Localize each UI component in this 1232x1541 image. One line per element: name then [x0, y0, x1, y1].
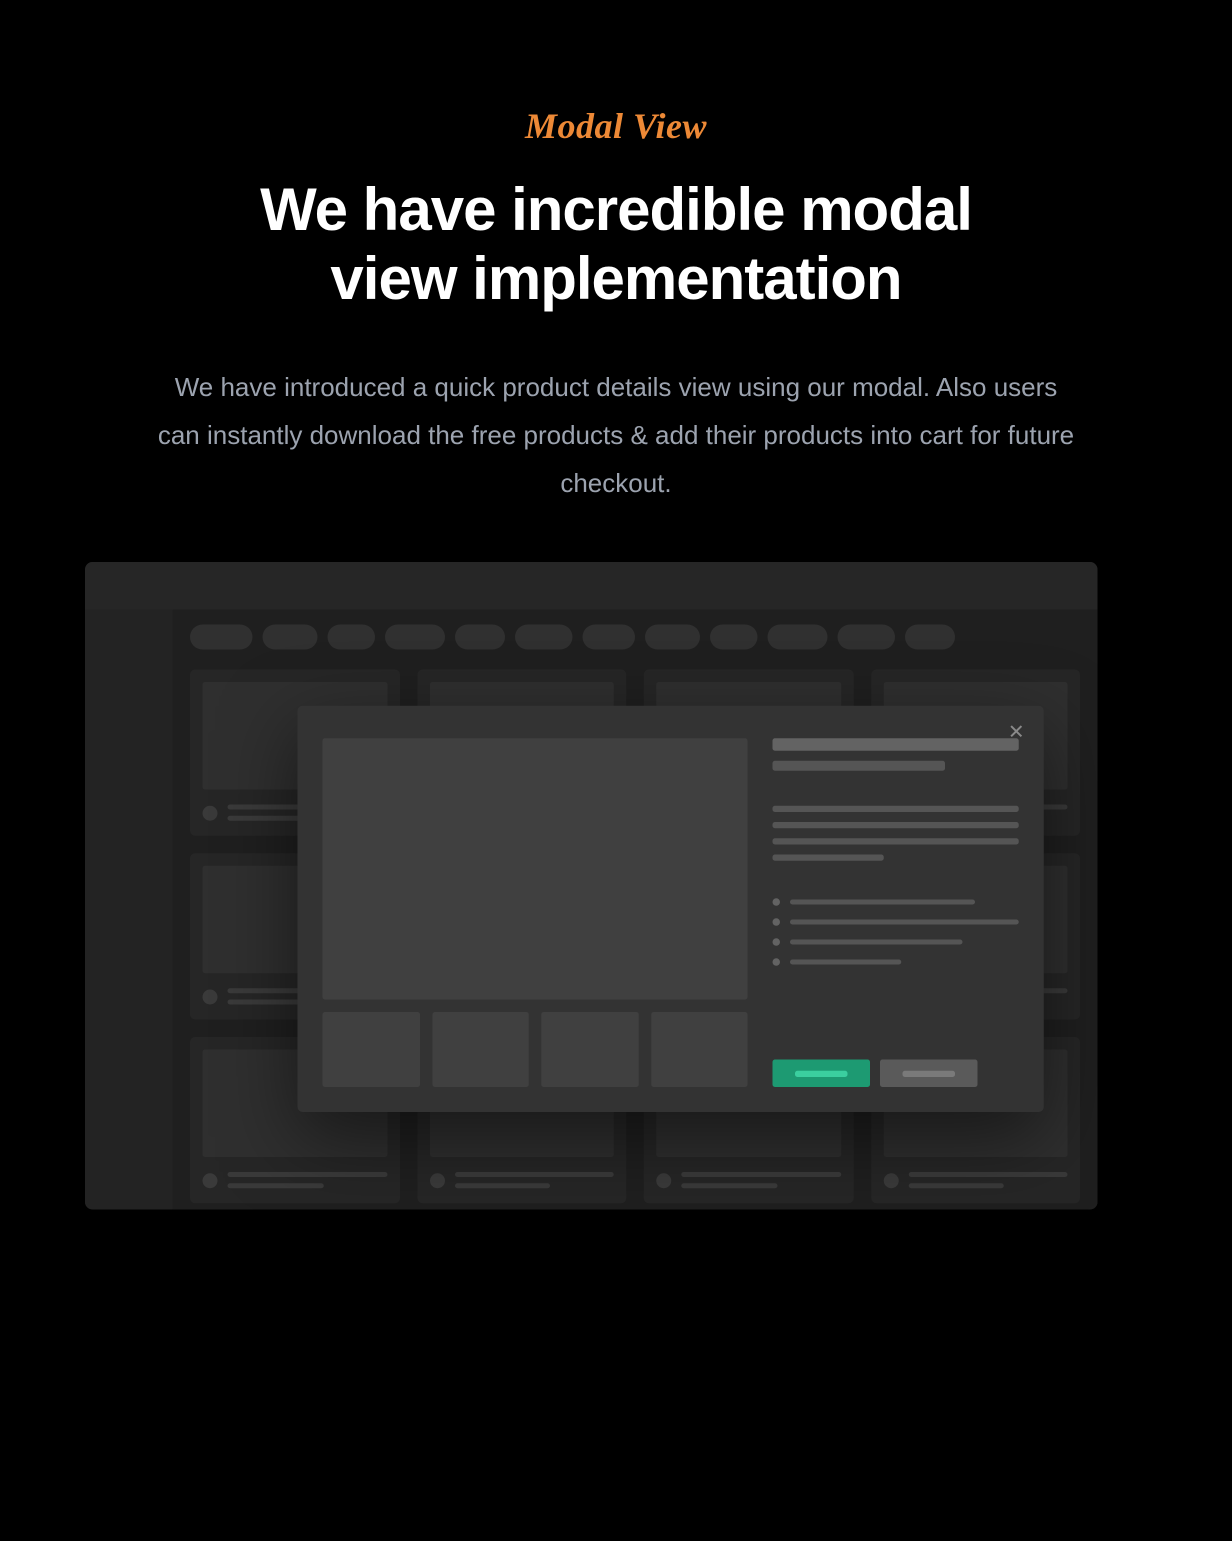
filter-pill[interactable] — [515, 625, 573, 650]
product-thumb[interactable] — [432, 1012, 529, 1087]
hero-headline: We have incredible modal view implementa… — [206, 175, 1026, 313]
feature-item — [773, 938, 1019, 946]
filter-pill[interactable] — [385, 625, 445, 650]
card-meta — [656, 1172, 840, 1188]
feature-text-placeholder — [790, 900, 975, 905]
add-to-cart-button[interactable] — [880, 1060, 978, 1088]
modal-details — [773, 738, 1019, 1087]
feature-item — [773, 898, 1019, 906]
feature-text-placeholder — [790, 920, 1019, 925]
product-modal: ✕ — [298, 706, 1044, 1112]
avatar-icon — [203, 1173, 218, 1188]
feature-item — [773, 958, 1019, 966]
product-description-placeholder — [773, 806, 1019, 861]
card-meta — [883, 1172, 1067, 1188]
product-thumb[interactable] — [323, 1012, 420, 1087]
browser-frame-body: ✕ — [173, 610, 1098, 1210]
modal-illustration: ✕ — [85, 562, 1098, 1210]
feature-text-placeholder — [790, 940, 962, 945]
avatar-icon — [656, 1173, 671, 1188]
browser-frame-sidebar — [85, 610, 173, 1210]
product-thumb[interactable] — [541, 1012, 638, 1087]
hero-subhead: We have introduced a quick product detai… — [156, 363, 1076, 507]
product-image-main — [323, 738, 748, 999]
filter-pill[interactable] — [838, 625, 896, 650]
product-title-placeholder — [773, 738, 1019, 751]
hero-section: Modal View We have incredible modal view… — [0, 0, 1232, 507]
filter-pill[interactable] — [583, 625, 636, 650]
modal-actions — [773, 1060, 978, 1088]
modal-body — [323, 738, 1019, 1087]
filter-pill[interactable] — [905, 625, 955, 650]
product-thumbs — [323, 1012, 748, 1087]
browser-frame-top — [85, 562, 1098, 610]
bullet-icon — [773, 938, 781, 946]
filter-pill[interactable] — [768, 625, 828, 650]
bullet-icon — [773, 958, 781, 966]
download-button[interactable] — [773, 1060, 871, 1088]
modal-gallery — [323, 738, 748, 1087]
hero-eyebrow: Modal View — [0, 105, 1232, 147]
filter-pill[interactable] — [455, 625, 505, 650]
feature-item — [773, 918, 1019, 926]
avatar-icon — [203, 805, 218, 820]
product-subtitle-placeholder — [773, 761, 945, 771]
avatar-icon — [203, 989, 218, 1004]
filter-pill[interactable] — [328, 625, 376, 650]
filter-pill-row — [190, 625, 1080, 650]
bullet-icon — [773, 898, 781, 906]
avatar-icon — [429, 1173, 444, 1188]
product-thumb[interactable] — [651, 1012, 748, 1087]
filter-pill[interactable] — [645, 625, 700, 650]
filter-pill[interactable] — [190, 625, 253, 650]
feature-text-placeholder — [790, 960, 901, 965]
card-meta — [203, 1172, 387, 1188]
filter-pill[interactable] — [710, 625, 758, 650]
filter-pill[interactable] — [263, 625, 318, 650]
product-feature-list — [773, 898, 1019, 966]
bullet-icon — [773, 918, 780, 926]
card-meta — [429, 1172, 613, 1188]
avatar-icon — [883, 1173, 898, 1188]
